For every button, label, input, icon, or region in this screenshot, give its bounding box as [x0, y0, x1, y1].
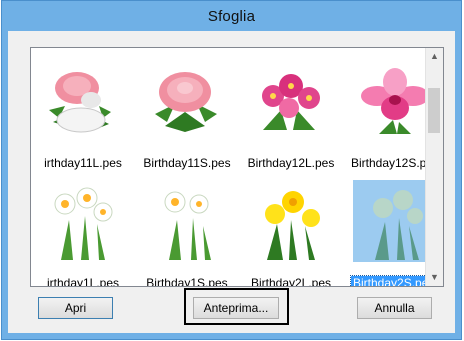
embroidery-thumbnail-daffodil-yellow — [265, 191, 320, 260]
file-name: Birthday12L.pes — [247, 156, 335, 170]
file-thumbnail-list[interactable]: irthday11L.pes Birthday11S.pes Birthday1… — [30, 47, 444, 287]
scroll-up-icon[interactable]: ▲ — [426, 48, 443, 65]
title-bar[interactable]: Sfoglia — [2, 1, 461, 31]
preview-button[interactable]: Anteprima... — [193, 297, 279, 319]
file-item[interactable]: Birthday2L.pes — [239, 176, 343, 287]
embroidery-thumbnail-orchid-single — [361, 68, 429, 134]
file-name: irthday1L.pes — [46, 276, 120, 287]
vertical-scrollbar[interactable]: ▲ ▼ — [425, 48, 443, 286]
file-item[interactable]: irthday11L.pes — [31, 56, 135, 176]
embroidery-thumbnail-daffodil-selected — [353, 180, 435, 262]
embroidery-thumbnail-daffodil-white-small — [164, 191, 211, 260]
open-button[interactable]: Apri — [38, 297, 113, 319]
dialog-title: Sfoglia — [207, 8, 256, 25]
file-name: Birthday2L.pes — [250, 276, 332, 287]
file-name: Birthday11S.pes — [143, 156, 231, 170]
file-name: irthday11L.pes — [44, 156, 122, 170]
embroidery-thumbnail-orchid-cluster — [262, 74, 320, 130]
file-item[interactable]: Birthday1S.pes — [135, 176, 239, 287]
scroll-down-icon[interactable]: ▼ — [426, 269, 443, 286]
embroidery-thumbnail-chrysanthemum-pink-white — [49, 72, 111, 133]
scroll-thumb[interactable] — [428, 88, 440, 133]
file-item[interactable]: irthday1L.pes — [31, 176, 135, 287]
file-item[interactable]: Birthday11S.pes — [135, 56, 239, 176]
file-item[interactable]: Birthday12L.pes — [239, 56, 343, 176]
cancel-button[interactable]: Annulla — [357, 297, 432, 319]
embroidery-thumbnail-chrysanthemum-pink — [155, 72, 217, 132]
file-name: Birthday1S.pes — [146, 276, 228, 287]
file-name-selected: Birthday2S.pes — [349, 275, 438, 286]
embroidery-thumbnail-daffodil-white-large — [54, 187, 113, 260]
